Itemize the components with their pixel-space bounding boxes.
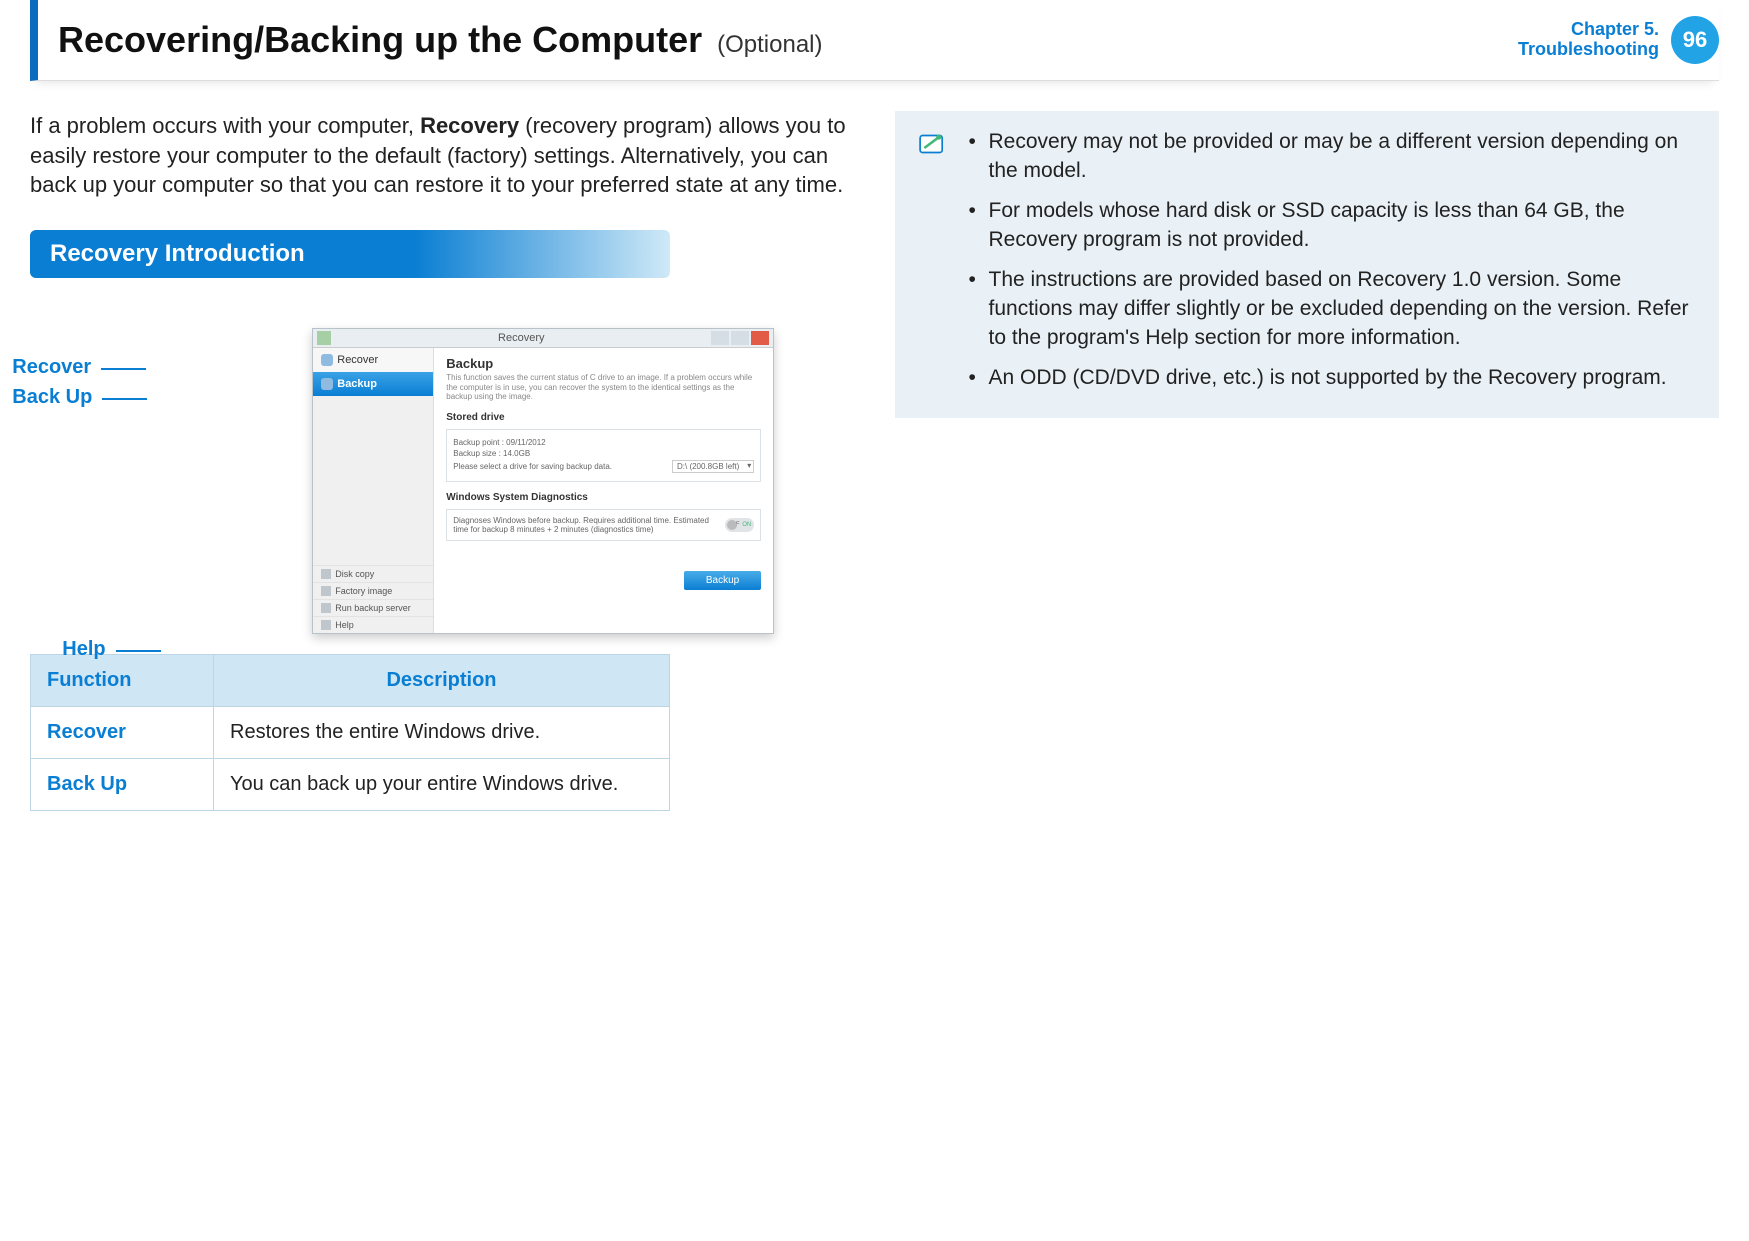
help-label: Help: [335, 620, 354, 630]
note-text: For models whose hard disk or SSD capaci…: [989, 196, 1700, 255]
page-header: Recovering/Backing up the Computer (Opti…: [30, 0, 1719, 81]
table-row: Back Up You can back up your entire Wind…: [31, 759, 670, 811]
sidebar-recover-label: Recover: [337, 354, 378, 366]
sidebar-disk-copy[interactable]: Disk copy: [313, 565, 433, 582]
page-number-badge: 96: [1671, 16, 1719, 64]
table-head-function: Function: [31, 655, 214, 707]
diagnostics-toggle[interactable]: OFF ON: [725, 518, 755, 532]
header-right: Chapter 5. Troubleshooting 96: [1518, 16, 1719, 64]
intro-text-pre: If a problem occurs with your computer,: [30, 113, 420, 138]
screenshot-body: Recover Backup Disk copy Factory image: [313, 348, 773, 633]
screenshot-titlebar: Recovery: [313, 329, 773, 348]
drive-select[interactable]: D:\ (200.8GB left): [672, 460, 754, 473]
close-icon[interactable]: [751, 331, 769, 345]
recover-icon: [321, 354, 333, 366]
sidebar-backup-label: Backup: [337, 378, 377, 390]
callout-help: Help: [62, 638, 105, 661]
backup-size-text: Backup size : 14.0GB: [453, 449, 530, 458]
table-head-description: Description: [214, 655, 670, 707]
content-columns: If a problem occurs with your computer, …: [30, 111, 1719, 811]
note-item: •For models whose hard disk or SSD capac…: [969, 196, 1700, 255]
table-desc-cell: Restores the entire Windows drive.: [214, 707, 670, 759]
backup-point-text: Backup point : 09/11/2012: [453, 438, 545, 447]
chapter-line2: Troubleshooting: [1518, 40, 1659, 60]
run-backup-server-icon: [321, 603, 331, 613]
sidebar-run-backup-server[interactable]: Run backup server: [313, 599, 433, 616]
intro-text-strong: Recovery: [420, 113, 519, 138]
window-title: Recovery: [331, 332, 711, 344]
disk-copy-icon: [321, 569, 331, 579]
maximize-icon[interactable]: [731, 331, 749, 345]
callout-backup: Back Up: [12, 386, 92, 409]
window-controls: [711, 331, 769, 345]
table-row: Recover Restores the entire Windows driv…: [31, 707, 670, 759]
left-column: If a problem occurs with your computer, …: [30, 111, 855, 811]
factory-image-icon: [321, 586, 331, 596]
help-icon: [321, 620, 331, 630]
run-backup-server-label: Run backup server: [335, 603, 411, 613]
intro-paragraph: If a problem occurs with your computer, …: [30, 111, 855, 200]
backup-button[interactable]: Backup: [684, 571, 761, 590]
note-text: Recovery may not be provided or may be a…: [989, 127, 1700, 186]
diagnostics-description: Diagnoses Windows before backup. Require…: [453, 516, 724, 534]
note-item: •The instructions are provided based on …: [969, 265, 1700, 353]
stored-drive-box: Backup point : 09/11/2012 Backup size : …: [446, 429, 761, 482]
right-column: •Recovery may not be provided or may be …: [895, 111, 1720, 418]
chapter-label: Chapter 5. Troubleshooting: [1518, 20, 1659, 60]
header-left: Recovering/Backing up the Computer (Opti…: [58, 19, 822, 61]
panel-heading: Backup: [446, 356, 761, 371]
table-desc-cell: You can back up your entire Windows driv…: [214, 759, 670, 811]
screenshot-main-panel: Backup This function saves the current s…: [434, 348, 773, 633]
note-box: •Recovery may not be provided or may be …: [895, 111, 1720, 418]
panel-description: This function saves the current status o…: [446, 373, 761, 402]
stored-drive-label: Stored drive: [446, 412, 761, 423]
section-heading: Recovery Introduction: [30, 230, 670, 278]
diagnostics-label: Windows System Diagnostics: [446, 492, 761, 503]
note-item: •An ODD (CD/DVD drive, etc.) is not supp…: [969, 363, 1700, 392]
recovery-figure: Recover Back Up Help Recovery: [122, 328, 762, 634]
recovery-screenshot: Recovery Recover: [312, 328, 774, 634]
callout-recover: Recover: [12, 356, 91, 379]
diagnostics-box: Diagnoses Windows before backup. Require…: [446, 509, 761, 541]
page-subtitle: (Optional): [717, 31, 822, 59]
note-text: An ODD (CD/DVD drive, etc.) is not suppo…: [989, 363, 1667, 392]
page-title: Recovering/Backing up the Computer: [58, 19, 702, 61]
sidebar-factory-image[interactable]: Factory image: [313, 582, 433, 599]
table-fn-cell: Recover: [31, 707, 214, 759]
note-item: •Recovery may not be provided or may be …: [969, 127, 1700, 186]
disk-copy-label: Disk copy: [335, 569, 374, 579]
sidebar-item-recover[interactable]: Recover: [313, 348, 433, 372]
toggle-on-label: ON: [742, 522, 751, 528]
chapter-line1: Chapter 5.: [1518, 20, 1659, 40]
note-text: The instructions are provided based on R…: [989, 265, 1700, 353]
table-fn-cell: Back Up: [31, 759, 214, 811]
window-icon: [317, 331, 331, 345]
function-table: Function Description Recover Restores th…: [30, 654, 670, 811]
toggle-knob-icon: [727, 520, 737, 530]
minimize-icon[interactable]: [711, 331, 729, 345]
sidebar-item-backup[interactable]: Backup: [313, 372, 433, 396]
sidebar-help[interactable]: Help: [313, 616, 433, 633]
note-icon: [915, 127, 949, 161]
factory-image-label: Factory image: [335, 586, 392, 596]
note-list: •Recovery may not be provided or may be …: [969, 127, 1700, 402]
select-drive-prompt: Please select a drive for saving backup …: [453, 462, 612, 471]
backup-icon: [321, 378, 333, 390]
screenshot-sidebar: Recover Backup Disk copy Factory image: [313, 348, 434, 633]
